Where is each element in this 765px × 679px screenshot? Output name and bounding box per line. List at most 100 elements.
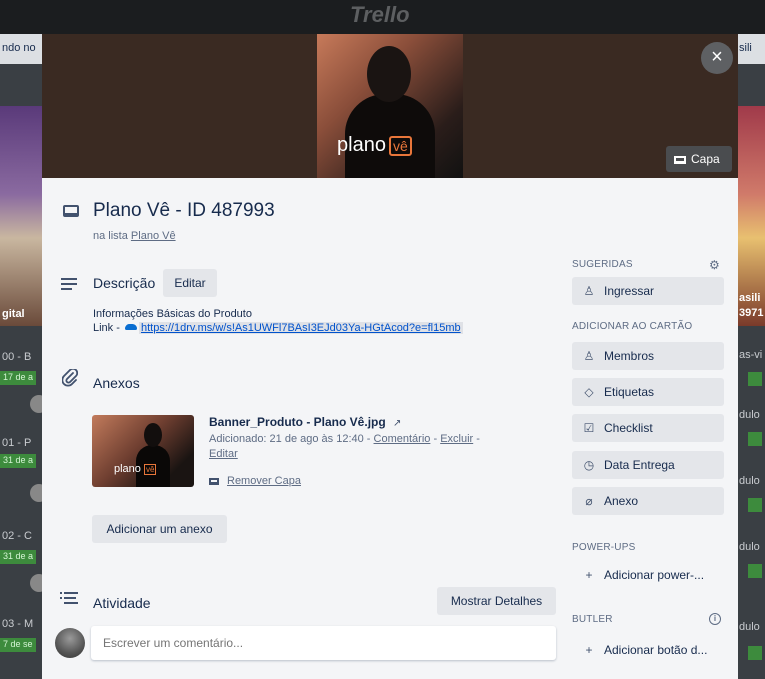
due-date-badge: 7 de se xyxy=(0,638,36,652)
user-avatar[interactable] xyxy=(55,628,85,658)
card-title-fragment: 3971 xyxy=(739,307,764,319)
close-modal-button[interactable]: × xyxy=(701,42,733,74)
cover-person-head xyxy=(367,46,411,102)
description-body: Informações Básicas do Produto Link - ht… xyxy=(93,307,463,335)
cover-logo: plano vê xyxy=(337,134,412,157)
card-list-info: na lista Plano Vê xyxy=(93,230,176,242)
suggested-label: SUGERIDAS xyxy=(572,259,633,270)
attachments-title: Anexos xyxy=(93,375,140,391)
card-cover-image-fragment xyxy=(0,106,42,326)
add-butler-label: Adicionar botão d... xyxy=(604,643,708,657)
cover-logo-mark: vê xyxy=(388,135,412,156)
powerups-label: POWER-UPS xyxy=(572,542,636,553)
gear-icon[interactable]: ⚙ xyxy=(709,258,720,272)
add-butler-button[interactable]: + Adicionar botão d... xyxy=(572,636,724,664)
remove-cover-link[interactable]: Remover Capa xyxy=(227,475,301,487)
in-list-prefix: na lista xyxy=(93,230,128,242)
checklist-badge xyxy=(748,372,762,386)
member-avatar xyxy=(30,574,42,592)
card-title-fragment: 01 - P xyxy=(2,437,32,449)
plus-icon: + xyxy=(585,643,593,657)
file-name-text: Banner_Produto - Plano Vê.jpg xyxy=(209,415,386,429)
due-date-button[interactable]: ◷ Data Entrega xyxy=(572,451,724,479)
thumb-person-head xyxy=(144,423,162,447)
show-details-button[interactable]: Mostrar Detalhes xyxy=(437,587,556,615)
members-button[interactable]: ♙ Membros xyxy=(572,342,724,370)
add-attachment-button[interactable]: Adicionar um anexo xyxy=(92,515,227,543)
onedrive-icon xyxy=(124,324,137,330)
add-powerup-label: Adicionar power-... xyxy=(604,568,705,582)
checklist-badge xyxy=(748,646,762,660)
due-date-badge: 17 de a xyxy=(0,371,37,385)
checklist-badge xyxy=(748,432,762,446)
due-date-label: Data Entrega xyxy=(604,458,675,472)
checklist-badge xyxy=(748,498,762,512)
activity-icon xyxy=(60,591,78,610)
member-avatar xyxy=(30,484,42,502)
cover-button[interactable]: Capa xyxy=(666,146,732,172)
attachment-edit-link[interactable]: Editar xyxy=(209,448,238,460)
card-title-fragment: 03 - M xyxy=(2,618,34,630)
add-to-card-label: ADICIONAR AO CARTÃO xyxy=(572,321,693,332)
card-icon xyxy=(209,478,219,485)
attachment-button[interactable]: ⌀ Anexo xyxy=(572,487,724,515)
link-prefix: Link - xyxy=(93,322,120,334)
person-icon: ♙ xyxy=(583,284,595,298)
card-cover: plano vê × Capa xyxy=(42,34,738,178)
paperclip-icon: ⌀ xyxy=(585,494,593,508)
thumb-logo-mark: vê xyxy=(143,464,157,475)
thumb-logo: plano vê xyxy=(114,463,157,475)
list-title-fragment: ndo no xyxy=(2,42,36,54)
butler-label: BUTLER xyxy=(572,614,613,625)
comment-input[interactable] xyxy=(91,626,556,660)
description-line: Informações Básicas do Produto xyxy=(93,308,252,320)
tag-icon: ◇ xyxy=(584,385,594,399)
add-powerup-button[interactable]: + Adicionar power-... xyxy=(572,561,724,589)
checklist-button[interactable]: ☑ Checklist xyxy=(572,414,724,442)
card-title-fragment: dulo xyxy=(739,541,760,553)
person-icon: ♙ xyxy=(583,349,595,363)
card-title-fragment: as-vi xyxy=(739,349,763,361)
description-link[interactable]: https://1drv.ms/w/s!As1UWFl7BAsI3EJd03Ya… xyxy=(138,322,463,334)
edit-description-button[interactable]: Editar xyxy=(163,269,217,297)
description-link-line: Link - https://1drv.ms/w/s!As1UWFl7BAsI3… xyxy=(93,321,463,335)
card-title-fragment: 02 - C xyxy=(2,530,32,542)
paperclip-icon xyxy=(61,367,79,392)
card-title[interactable]: Plano Vê - ID 487993 xyxy=(93,200,275,222)
cover-button-label: Capa xyxy=(691,152,720,166)
trello-logo[interactable]: Trello xyxy=(350,2,410,28)
attachment-comment-link[interactable]: Comentário xyxy=(374,433,431,445)
attachment-meta: Adicionado: 21 de ago às 12:40 - Comentá… xyxy=(209,432,529,462)
attachment-delete-link[interactable]: Excluir xyxy=(440,433,473,445)
card-title-fragment: dulo xyxy=(739,409,760,421)
card-icon xyxy=(674,156,686,164)
left-list-column: ndo no gital 00 - B 17 de a 01 - P 31 de… xyxy=(0,34,42,679)
info-icon[interactable]: i xyxy=(709,613,721,625)
checklist-badge xyxy=(748,564,762,578)
due-date-badge: 31 de a xyxy=(0,550,37,564)
cover-logo-text: plano xyxy=(337,134,386,156)
checklist-label: Checklist xyxy=(604,421,653,435)
join-label: Ingressar xyxy=(604,284,655,298)
due-date-badge: 31 de a xyxy=(0,454,37,468)
join-button[interactable]: ♙ Ingressar xyxy=(572,277,724,305)
remove-cover-action[interactable]: Remover Capa xyxy=(209,475,301,487)
card-title-fragment: asili xyxy=(739,292,761,304)
labels-label: Etiquetas xyxy=(604,385,655,399)
board-header: Trello xyxy=(0,0,765,34)
activity-title: Atividade xyxy=(93,595,151,611)
cover-image: plano vê xyxy=(317,34,463,178)
attachment-added: Adicionado: 21 de ago às 12:40 - xyxy=(209,433,371,445)
attachment-thumbnail[interactable]: plano vê xyxy=(92,415,194,487)
attachment-file-name[interactable]: Banner_Produto - Plano Vê.jpg ↗ xyxy=(209,415,401,429)
description-icon xyxy=(61,278,77,293)
members-label: Membros xyxy=(604,349,655,363)
list-title-fragment: sili xyxy=(739,42,752,54)
labels-button[interactable]: ◇ Etiquetas xyxy=(572,378,724,406)
list-name-link[interactable]: Plano Vê xyxy=(131,230,176,242)
card-title-fragment: 00 - B xyxy=(2,351,32,363)
checklist-icon: ☑ xyxy=(583,421,595,435)
member-avatar xyxy=(30,395,42,413)
attachment-label: Anexo xyxy=(604,494,639,508)
card-title-fragment: dulo xyxy=(739,621,760,633)
